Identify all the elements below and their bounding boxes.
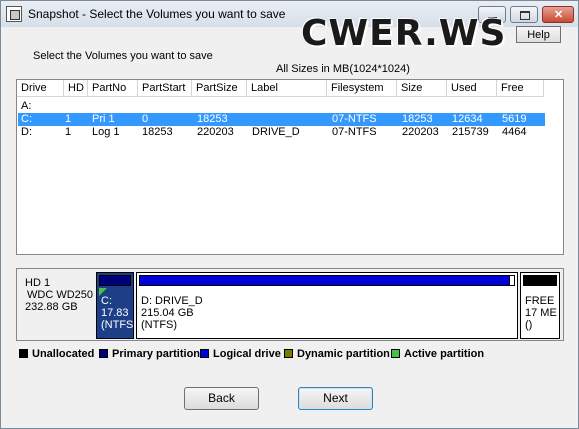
disk-info: HD 1 WDC WD250 232.88 GB: [25, 277, 93, 313]
table-row[interactable]: D: 1 Log 1 18253 220203 DRIVE_D 07-NTFS 220203 2…: [18, 126, 545, 139]
cell-partstart: 18253: [142, 126, 173, 138]
disk-map: HD 1 WDC WD250 232.88 GB C: 17.83 (NTFS …: [16, 268, 564, 341]
partition-d[interactable]: D: DRIVE_D 215.04 GB (NTFS): [136, 272, 518, 339]
legend-label: Logical drive: [213, 348, 281, 360]
cell-free: 4464: [502, 126, 527, 138]
legend-swatch: [99, 349, 108, 358]
legend-label: Active partition: [404, 348, 485, 360]
partition-d-size: 215.04 GB: [141, 307, 194, 319]
column-header-hd[interactable]: HD: [64, 80, 88, 97]
window-title: Snapshot - Select the Volumes you want t…: [28, 7, 286, 21]
cell-drive: A:: [21, 100, 32, 112]
cell-drive: D:: [21, 126, 32, 138]
cell-partsize: 18253: [197, 113, 228, 125]
cell-partno: Log 1: [92, 126, 120, 138]
cell-label: DRIVE_D: [252, 126, 300, 138]
cell-used: 215739: [452, 126, 489, 138]
disk-model: WDC WD250: [27, 289, 94, 301]
column-header-drive[interactable]: Drive: [17, 80, 64, 97]
table-row[interactable]: A:: [18, 100, 545, 113]
list-header: Drive HD PartNo PartStart PartSize Label…: [17, 80, 563, 97]
unallocated-bar: [523, 275, 557, 286]
cell-filesystem: 07-NTFS: [332, 126, 377, 138]
legend-swatch: [200, 349, 209, 358]
maximize-button[interactable]: [510, 6, 538, 23]
snapshot-window: Snapshot - Select the Volumes you want t…: [0, 0, 579, 429]
column-header-size[interactable]: Size: [397, 80, 447, 97]
partition-c-size: 17.83: [101, 307, 129, 319]
legend-swatch: [284, 349, 293, 358]
back-button[interactable]: Back: [184, 387, 259, 410]
app-icon: [6, 6, 22, 22]
legend-swatch: [19, 349, 28, 358]
cell-hd: 1: [65, 113, 72, 125]
unallocated-size: 17 ME: [525, 307, 557, 319]
close-button[interactable]: [542, 6, 574, 23]
cell-filesystem: 07-NTFS: [332, 113, 377, 125]
sizes-note: All Sizes in MB(1024*1024): [276, 63, 410, 75]
partition-c-fs: (NTFS: [101, 319, 134, 331]
legend-label: Unallocated: [32, 348, 95, 360]
legend-label: Primary partition: [112, 348, 201, 360]
cell-size: 220203: [402, 126, 439, 138]
partition-c-bar: [99, 275, 131, 286]
unallocated-fs: (): [525, 319, 533, 331]
partition-c[interactable]: C: 17.83 (NTFS: [96, 272, 134, 339]
partition-d-drive: D: DRIVE_D: [141, 295, 203, 307]
column-header-partstart[interactable]: PartStart: [138, 80, 192, 97]
instruction-text: Select the Volumes you want to save: [33, 50, 213, 62]
column-header-partsize[interactable]: PartSize: [192, 80, 247, 97]
help-button[interactable]: Help: [516, 26, 561, 43]
column-header-label[interactable]: Label: [247, 80, 327, 97]
partition-c-drive: C:: [101, 295, 112, 307]
cell-used: 12634: [452, 113, 483, 125]
disk-name: HD 1: [25, 277, 51, 289]
unallocated-space[interactable]: FREE 17 ME (): [520, 272, 560, 339]
cell-size: 18253: [402, 113, 433, 125]
partition-d-text: D: DRIVE_D 215.04 GB (NTFS): [141, 295, 203, 331]
cell-drive: C:: [21, 113, 32, 125]
disk-capacity: 232.88 GB: [25, 301, 78, 313]
volume-list[interactable]: Drive HD PartNo PartStart PartSize Label…: [16, 79, 564, 255]
column-header-free[interactable]: Free: [497, 80, 544, 97]
cell-hd: 1: [65, 126, 72, 138]
legend-label: Dynamic partition: [297, 348, 390, 360]
cell-partsize: 220203: [197, 126, 234, 138]
cell-free: 5619: [502, 113, 527, 125]
partition-c-text: C: 17.83 (NTFS: [101, 295, 133, 331]
partition-d-fs: (NTFS): [141, 319, 178, 331]
column-header-used[interactable]: Used: [447, 80, 497, 97]
unallocated-label: FREE: [525, 295, 555, 307]
cell-partstart: 0: [142, 113, 149, 125]
legend-swatch: [391, 349, 400, 358]
column-header-filesystem[interactable]: Filesystem: [327, 80, 397, 97]
column-header-partno[interactable]: PartNo: [88, 80, 138, 97]
watermark-logo: CWER.WS: [301, 13, 507, 54]
partition-d-bar: [139, 275, 515, 286]
unallocated-text: FREE 17 ME (): [525, 295, 557, 331]
next-button[interactable]: Next: [298, 387, 373, 410]
table-row[interactable]: C: 1 Pri 1 0 18253 07-NTFS 18253 12634 5619: [18, 113, 545, 126]
cell-partno: Pri 1: [92, 113, 115, 125]
